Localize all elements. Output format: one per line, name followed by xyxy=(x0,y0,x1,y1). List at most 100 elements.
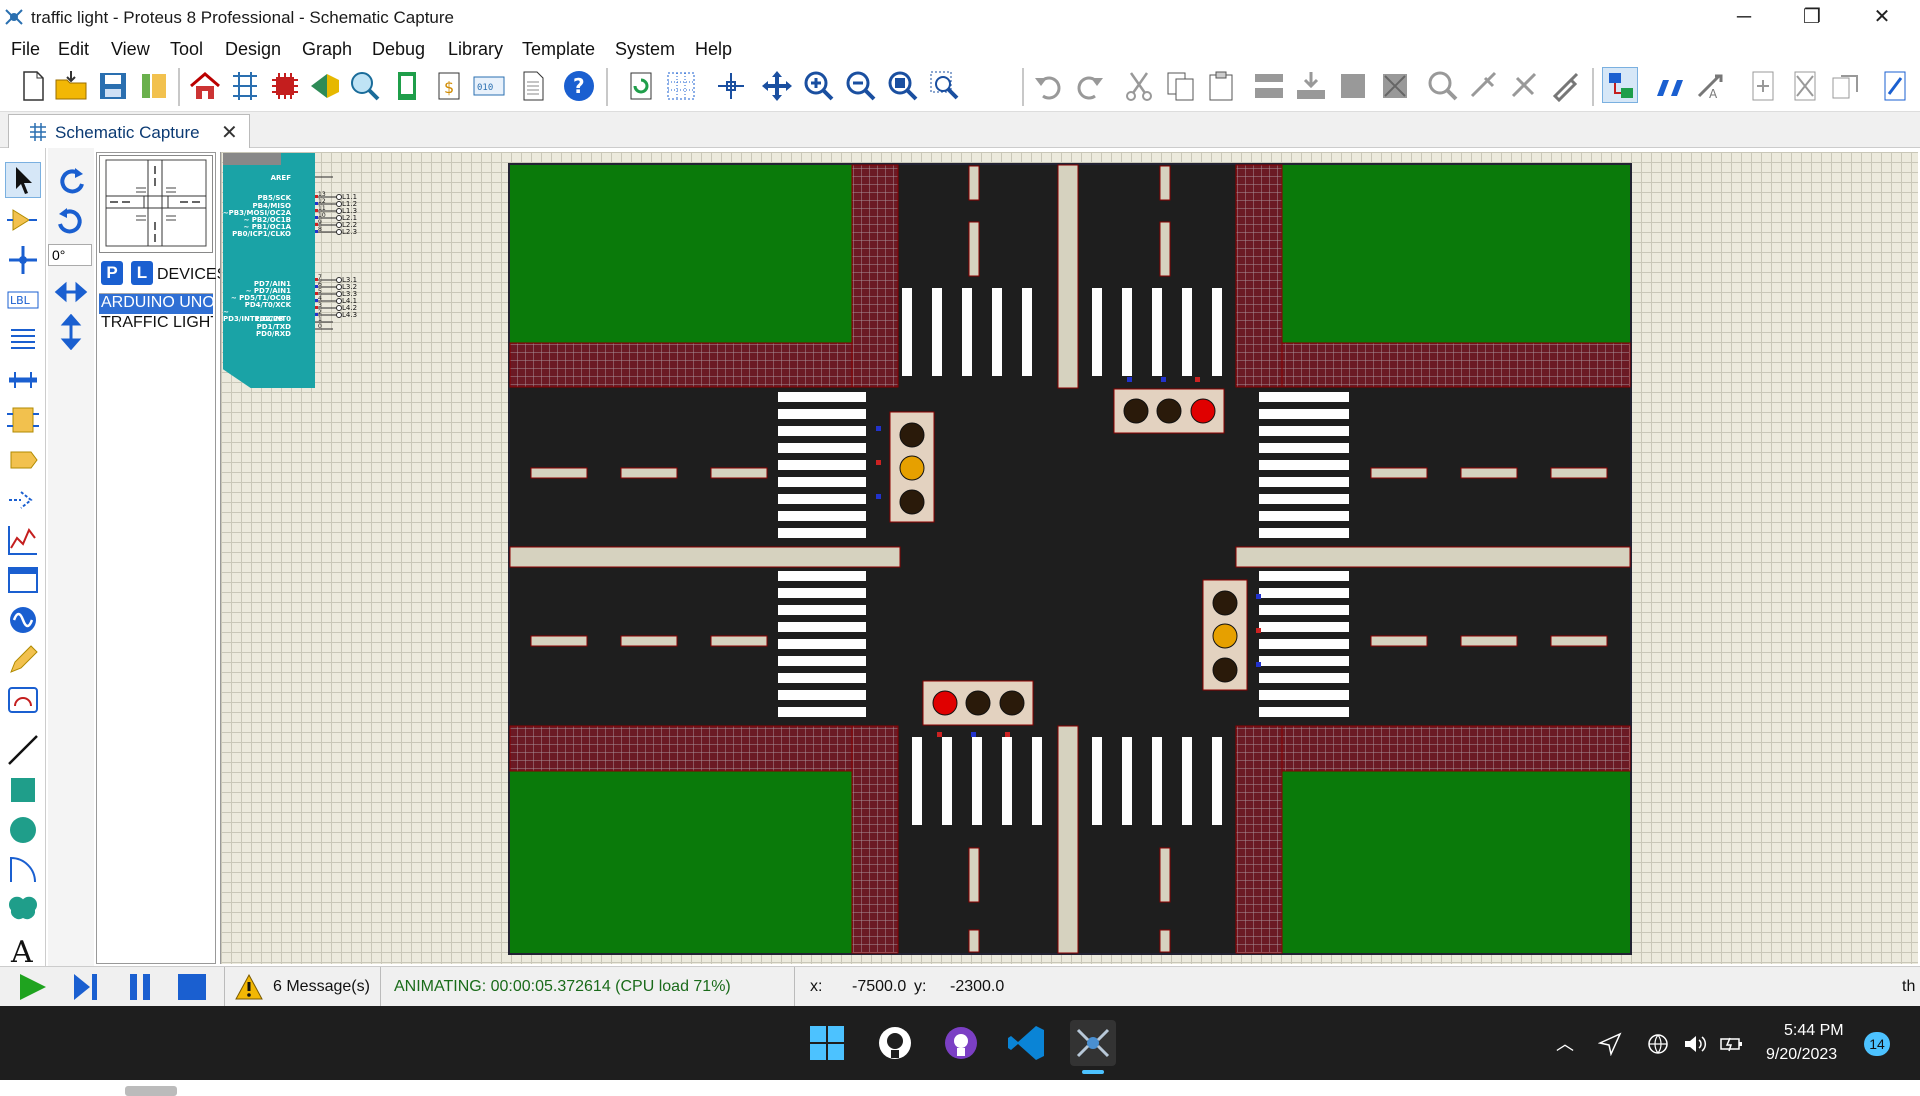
stop-icon[interactable] xyxy=(176,972,208,1002)
component-mode-icon[interactable] xyxy=(5,202,41,238)
arc-tool-icon[interactable] xyxy=(5,852,41,888)
rotate-clockwise-icon[interactable] xyxy=(53,164,89,200)
make-device-icon[interactable] xyxy=(1466,67,1502,103)
menu-file[interactable]: File xyxy=(11,39,40,60)
help-icon[interactable]: ? xyxy=(560,67,596,103)
generator-icon[interactable] xyxy=(5,602,41,638)
location-icon[interactable] xyxy=(1598,1032,1622,1056)
graph-mode-icon[interactable] xyxy=(5,522,41,558)
box-tool-icon[interactable] xyxy=(5,772,41,808)
source-code-icon[interactable]: 010 xyxy=(470,67,506,103)
battery-icon[interactable] xyxy=(1718,1032,1744,1056)
list-item-arduino-uno[interactable]: ARDUINO UNO xyxy=(99,294,213,314)
tray-expand-icon[interactable]: ︿ xyxy=(1556,1030,1574,1056)
mirror-vertical-icon[interactable] xyxy=(53,313,89,351)
property-assignment-icon[interactable]: A xyxy=(1692,67,1728,103)
buses-icon[interactable] xyxy=(5,362,41,398)
probe-icon[interactable] xyxy=(5,642,41,678)
pick-devices-button[interactable]: P xyxy=(101,261,123,285)
menu-template[interactable]: Template xyxy=(522,39,595,60)
mirror-horizontal-icon[interactable] xyxy=(53,274,89,310)
pcb-chip-icon[interactable] xyxy=(266,67,302,103)
packaging-icon[interactable] xyxy=(1506,67,1542,103)
wire-label-icon[interactable]: LBL xyxy=(5,282,41,318)
text-script-icon[interactable] xyxy=(5,322,41,358)
new-sheet-icon[interactable] xyxy=(1744,67,1780,103)
3d-viewer-icon[interactable] xyxy=(306,67,342,103)
block-move-icon[interactable] xyxy=(1292,67,1328,103)
pause-icon[interactable] xyxy=(126,972,156,1002)
menu-design[interactable]: Design xyxy=(225,39,281,60)
zoom-out-icon[interactable] xyxy=(842,67,878,103)
redo-icon[interactable] xyxy=(1070,67,1106,103)
play-icon[interactable] xyxy=(16,972,50,1002)
step-icon[interactable] xyxy=(70,972,104,1002)
restore-button[interactable]: ❐ xyxy=(1784,2,1840,32)
cut-icon[interactable] xyxy=(1120,67,1156,103)
block-delete-icon[interactable] xyxy=(1376,67,1412,103)
zoom-area-icon[interactable] xyxy=(926,67,962,103)
menu-view[interactable]: View xyxy=(111,39,150,60)
virtual-instruments-icon[interactable] xyxy=(5,682,41,718)
wire-autorouter-icon[interactable] xyxy=(1602,67,1638,103)
selection-mode-icon[interactable] xyxy=(5,162,41,198)
device-list[interactable]: ARDUINO UNO TRAFFIC LIGHT xyxy=(99,293,213,1096)
import-icon[interactable] xyxy=(135,67,171,103)
close-button[interactable]: ✕ xyxy=(1854,2,1910,32)
paste-icon[interactable] xyxy=(1202,67,1238,103)
zoom-in-icon[interactable] xyxy=(800,67,836,103)
clock-date[interactable]: 9/20/2023 xyxy=(1766,1046,1837,1064)
design-notes-icon[interactable] xyxy=(1876,67,1912,103)
network-globe-icon[interactable] xyxy=(1646,1032,1670,1056)
tab-close-icon[interactable]: ✕ xyxy=(221,120,238,145)
tab-schematic-capture[interactable]: Schematic Capture ✕ xyxy=(8,114,250,148)
menu-library[interactable]: Library xyxy=(448,39,503,60)
menu-graph[interactable]: Graph xyxy=(302,39,352,60)
block-copy-icon[interactable] xyxy=(1250,67,1286,103)
proteus-taskbar-icon[interactable] xyxy=(1070,1020,1116,1066)
decompose-icon[interactable] xyxy=(1546,67,1582,103)
bom-icon[interactable] xyxy=(388,67,424,103)
menu-edit[interactable]: Edit xyxy=(58,39,89,60)
horizontal-scrollbar[interactable] xyxy=(125,1086,177,1096)
clock-time[interactable]: 5:44 PM xyxy=(1784,1022,1844,1040)
menu-tool[interactable]: Tool xyxy=(170,39,203,60)
junction-dot-icon[interactable] xyxy=(5,242,41,278)
windows-start-icon[interactable] xyxy=(804,1020,850,1066)
line-tool-icon[interactable] xyxy=(5,732,41,768)
active-popup-icon[interactable] xyxy=(5,562,41,598)
cost-icon[interactable]: $ xyxy=(430,67,466,103)
circle-tool-icon[interactable] xyxy=(5,812,41,848)
exit-to-parent-icon[interactable] xyxy=(1826,67,1862,103)
messages-count[interactable]: 6 Message(s) xyxy=(273,978,370,996)
subcircuit-icon[interactable] xyxy=(5,402,41,438)
pan-icon[interactable] xyxy=(758,67,794,103)
list-item-traffic-light[interactable]: TRAFFIC LIGHT xyxy=(99,314,213,334)
grid-toggle-icon[interactable] xyxy=(662,67,698,103)
refresh-icon[interactable] xyxy=(622,67,658,103)
terminals-icon[interactable] xyxy=(5,442,41,478)
pick-device-icon[interactable] xyxy=(1424,67,1460,103)
new-file-icon[interactable] xyxy=(14,67,50,103)
notification-badge[interactable]: 14 xyxy=(1864,1032,1890,1056)
minimize-button[interactable]: ─ xyxy=(1716,2,1772,32)
home-icon[interactable] xyxy=(186,67,222,103)
schematic-canvas[interactable]: AREF PB5/SCK PB4/MISO ~PB3/MOSI/OC2A ~ P… xyxy=(220,152,1918,964)
save-icon[interactable] xyxy=(94,67,130,103)
path-tool-icon[interactable] xyxy=(5,892,41,928)
menu-system[interactable]: System xyxy=(615,39,675,60)
github-icon[interactable] xyxy=(872,1020,918,1066)
text-tool-icon[interactable]: A xyxy=(5,932,41,970)
overview-window[interactable] xyxy=(99,155,213,253)
remove-sheet-icon[interactable] xyxy=(1786,67,1822,103)
rotate-anticlockwise-icon[interactable] xyxy=(53,204,89,240)
menu-debug[interactable]: Debug xyxy=(372,39,425,60)
gerber-viewer-icon[interactable] xyxy=(346,67,382,103)
menu-help[interactable]: Help xyxy=(695,39,732,60)
rotation-angle-field[interactable]: 0° xyxy=(48,244,92,266)
library-manager-button[interactable]: L xyxy=(131,261,153,285)
open-folder-icon[interactable] xyxy=(52,67,88,103)
volume-icon[interactable] xyxy=(1682,1032,1708,1056)
zoom-all-icon[interactable] xyxy=(884,67,920,103)
vscode-icon[interactable] xyxy=(1004,1020,1050,1066)
